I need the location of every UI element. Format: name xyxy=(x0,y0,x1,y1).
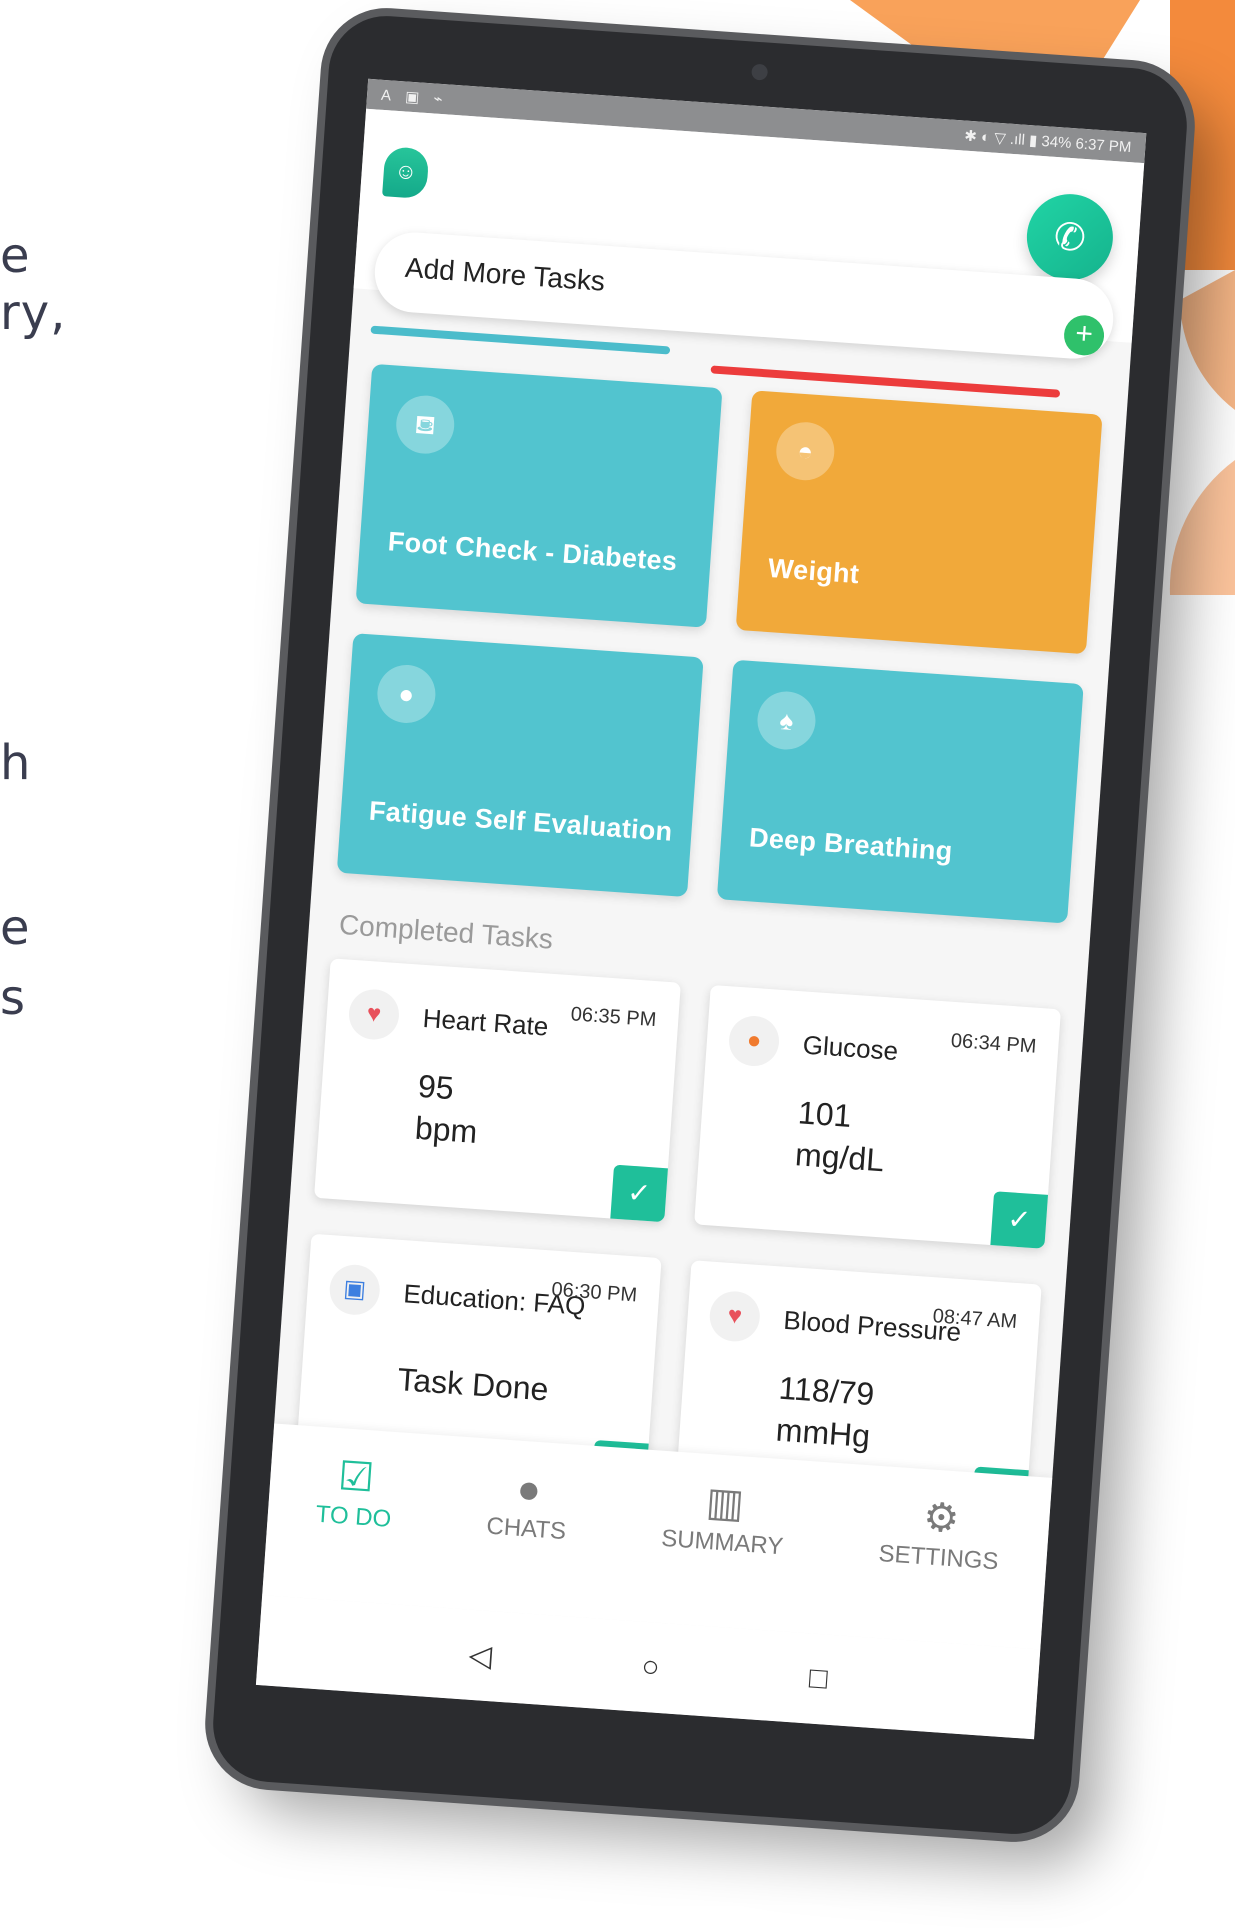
card-value-number: 95 xyxy=(416,1067,455,1107)
nav-summary[interactable]: ▥ SUMMARY xyxy=(660,1473,788,1561)
card-value-number: 101 xyxy=(796,1094,853,1134)
check-icon: ✓ xyxy=(990,1191,1049,1249)
bulb-icon: ● xyxy=(375,663,438,725)
drop-icon: ● xyxy=(727,1014,781,1068)
card-value: 95 bpm xyxy=(414,1065,482,1153)
notification-icon: A xyxy=(380,86,392,105)
gear-icon: ⚙ xyxy=(921,1495,961,1542)
bg-text-fragment: s xyxy=(0,970,27,1026)
bg-text-fragment: e xyxy=(0,228,31,284)
card-title: Heart Rate xyxy=(421,1002,550,1042)
task-label: Weight xyxy=(767,552,861,590)
recent-apps-icon[interactable]: □ xyxy=(808,1661,828,1696)
chat-bubble-icon: ● xyxy=(515,1466,543,1513)
scale-icon: ◓ xyxy=(774,420,837,483)
task-label: Fatigue Self Evaluation xyxy=(368,795,674,847)
bg-text-fragment: ry, xyxy=(0,285,67,341)
check-icon: ✓ xyxy=(610,1164,668,1223)
nav-todo[interactable]: ☑ TO DO xyxy=(315,1449,396,1534)
completed-card-glucose[interactable]: ● Glucose 06:34 PM 101 mg/dL ✓ xyxy=(694,984,1061,1249)
smile-chat-icon: ☺ xyxy=(382,146,430,200)
heart-icon: ♥ xyxy=(708,1289,762,1344)
bg-text-fragment: e xyxy=(0,900,31,956)
card-value-number: 118/79 xyxy=(777,1369,876,1413)
task-tile-deep-breathing[interactable]: ♠ Deep Breathing xyxy=(716,659,1084,924)
card-value: 118/79 mmHg xyxy=(775,1367,876,1457)
card-time: 06:35 PM xyxy=(570,1003,658,1032)
completed-card-heart-rate[interactable]: ♥ Heart Rate 06:35 PM 95 bpm ✓ xyxy=(314,958,681,1223)
card-value-unit: mmHg xyxy=(774,1411,872,1455)
task-label: Foot Check - Diabetes xyxy=(386,526,679,577)
task-tile-fatigue[interactable]: ● Fatigue Self Evaluation xyxy=(336,633,704,898)
card-value-unit: mg/dL xyxy=(793,1136,886,1179)
book-icon: ▣ xyxy=(328,1263,382,1317)
notification-icon: ⌁ xyxy=(432,90,444,109)
card-value-unit: bpm xyxy=(413,1109,479,1150)
task-tile-weight[interactable]: ◓ Weight xyxy=(735,390,1103,655)
foot-icon: ⛾ xyxy=(394,393,457,456)
task-tile-foot-check[interactable]: ⛾ Foot Check - Diabetes xyxy=(355,363,723,628)
progress-bar-teal xyxy=(370,325,671,355)
add-tasks-label: Add More Tasks xyxy=(404,251,607,297)
phone-icon: ✆ xyxy=(1052,215,1088,260)
nav-label: CHATS xyxy=(485,1512,567,1546)
completed-tasks-heading: Completed Tasks xyxy=(338,908,554,955)
card-time: 06:34 PM xyxy=(950,1029,1038,1058)
front-camera xyxy=(751,63,769,81)
app-screen: A ▣ ⌁ ✱ ◐ ▽ .ıll ▮ 34% 6:37 PM ☺ ✆ Add M… xyxy=(255,78,1147,1740)
nav-settings[interactable]: ⚙ SETTINGS xyxy=(878,1488,1003,1576)
plus-icon[interactable]: + xyxy=(1062,314,1106,357)
nav-chats[interactable]: ● CHATS xyxy=(486,1461,571,1546)
heart-rate-icon: ♥ xyxy=(347,987,401,1042)
card-title: Glucose xyxy=(801,1029,900,1067)
nav-label: TO DO xyxy=(314,1500,393,1533)
notification-icon: ▣ xyxy=(404,88,420,107)
lungs-icon: ♠ xyxy=(755,689,818,752)
clipboard-check-icon: ☑ xyxy=(336,1454,376,1501)
home-icon[interactable]: ○ xyxy=(640,1650,660,1685)
card-value: Task Done xyxy=(396,1358,550,1410)
card-value: 101 mg/dL xyxy=(794,1091,889,1181)
task-label: Deep Breathing xyxy=(748,822,954,867)
back-icon[interactable]: ◁ xyxy=(468,1637,493,1674)
bar-chart-icon: ▥ xyxy=(704,1479,746,1527)
task-grid: ⛾ Foot Check - Diabetes ◓ Weight ● Fatig… xyxy=(336,363,1103,924)
bg-text-fragment: h xyxy=(0,735,32,791)
tablet-device: A ▣ ⌁ ✱ ◐ ▽ .ıll ▮ 34% 6:37 PM ☺ ✆ Add M… xyxy=(209,12,1191,1838)
call-button[interactable]: ✆ xyxy=(1023,191,1116,284)
card-value-text: Task Done xyxy=(396,1361,550,1408)
